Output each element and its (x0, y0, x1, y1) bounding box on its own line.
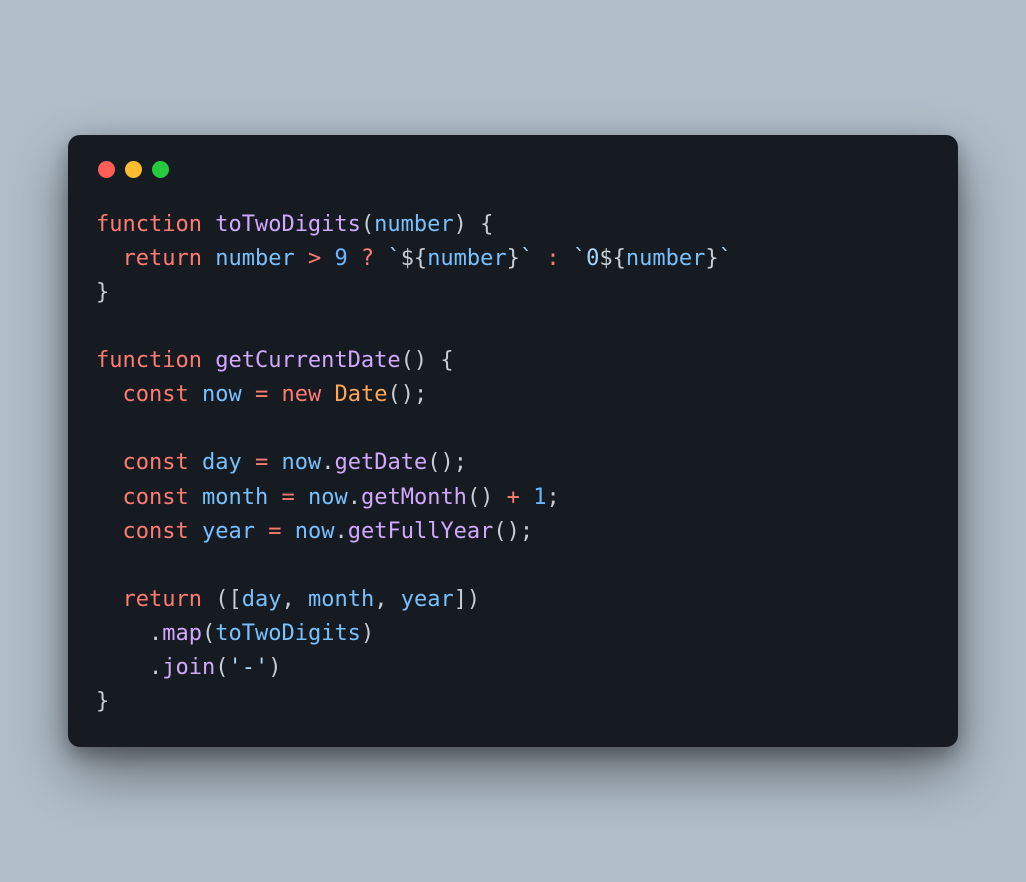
code-token: > (308, 246, 335, 271)
code-token: day (242, 587, 282, 612)
code-token: = (242, 382, 282, 407)
code-token: . (96, 655, 162, 680)
code-token: ` (387, 246, 400, 271)
code-token: } (96, 280, 109, 305)
code-token: toTwoDigits (215, 212, 361, 237)
code-token: now (281, 450, 321, 475)
code-token: . (321, 450, 334, 475)
code-token: (); (427, 450, 467, 475)
code-token: ]) (454, 587, 481, 612)
code-token: 1 (533, 485, 546, 510)
code-token: return (123, 587, 216, 612)
code-token: Date (334, 382, 387, 407)
code-token: () { (401, 348, 454, 373)
code-token: , (281, 587, 308, 612)
code-token: ) { (454, 212, 494, 237)
code-token: map (162, 621, 202, 646)
code-token: + (493, 485, 533, 510)
code-token: : (533, 246, 573, 271)
code-token: month (308, 587, 374, 612)
code-token: } (96, 689, 109, 714)
code-token: const (123, 485, 202, 510)
code-token: month (202, 485, 268, 510)
code-token: ( (361, 212, 374, 237)
code-token: ${ (401, 246, 428, 271)
close-icon[interactable] (98, 161, 115, 178)
code-token: year (202, 519, 255, 544)
code-token: ) (268, 655, 281, 680)
zoom-icon[interactable] (152, 161, 169, 178)
code-token: number (427, 246, 506, 271)
code-token: getMonth (361, 485, 467, 510)
code-token: ([ (215, 587, 242, 612)
code-token: . (348, 485, 361, 510)
code-token: function (96, 348, 215, 373)
code-token: number (626, 246, 705, 271)
code-token: ? (348, 246, 388, 271)
code-token: const (123, 519, 202, 544)
code-token: = (242, 450, 282, 475)
code-token: } (705, 246, 718, 271)
code-token: ; (546, 485, 559, 510)
code-token: ( (202, 621, 215, 646)
code-token: const (123, 450, 202, 475)
minimize-icon[interactable] (125, 161, 142, 178)
code-token: now (308, 485, 348, 510)
code-token: const (123, 382, 202, 407)
code-token: 0 (586, 246, 599, 271)
code-token: toTwoDigits (215, 621, 361, 646)
code-token: getFullYear (348, 519, 494, 544)
code-token: number (215, 246, 308, 271)
code-token: ` (520, 246, 533, 271)
code-token: day (202, 450, 242, 475)
code-token: number (374, 212, 453, 237)
code-token: (); (387, 382, 427, 407)
code-token: return (123, 246, 216, 271)
code-token: join (162, 655, 215, 680)
code-token: year (401, 587, 454, 612)
code-token: ( (215, 655, 228, 680)
code-token: function (96, 212, 215, 237)
code-block[interactable]: function toTwoDigits(number) { return nu… (96, 208, 930, 719)
code-token: getCurrentDate (215, 348, 400, 373)
code-token: } (507, 246, 520, 271)
code-token: (); (493, 519, 533, 544)
code-token: ${ (599, 246, 626, 271)
code-token: = (268, 485, 308, 510)
code-token: ` (573, 246, 586, 271)
code-token: now (295, 519, 335, 544)
window-traffic-lights (96, 161, 930, 178)
code-token: ) (361, 621, 374, 646)
code-token: new (281, 382, 334, 407)
code-token: now (202, 382, 242, 407)
code-token: . (96, 621, 162, 646)
code-token: '-' (228, 655, 268, 680)
code-token: 9 (334, 246, 347, 271)
code-window: function toTwoDigits(number) { return nu… (68, 135, 958, 747)
code-token: , (374, 587, 401, 612)
code-token: () (467, 485, 494, 510)
code-token: . (334, 519, 347, 544)
code-token: ` (719, 246, 732, 271)
code-token: getDate (334, 450, 427, 475)
code-token: = (255, 519, 295, 544)
